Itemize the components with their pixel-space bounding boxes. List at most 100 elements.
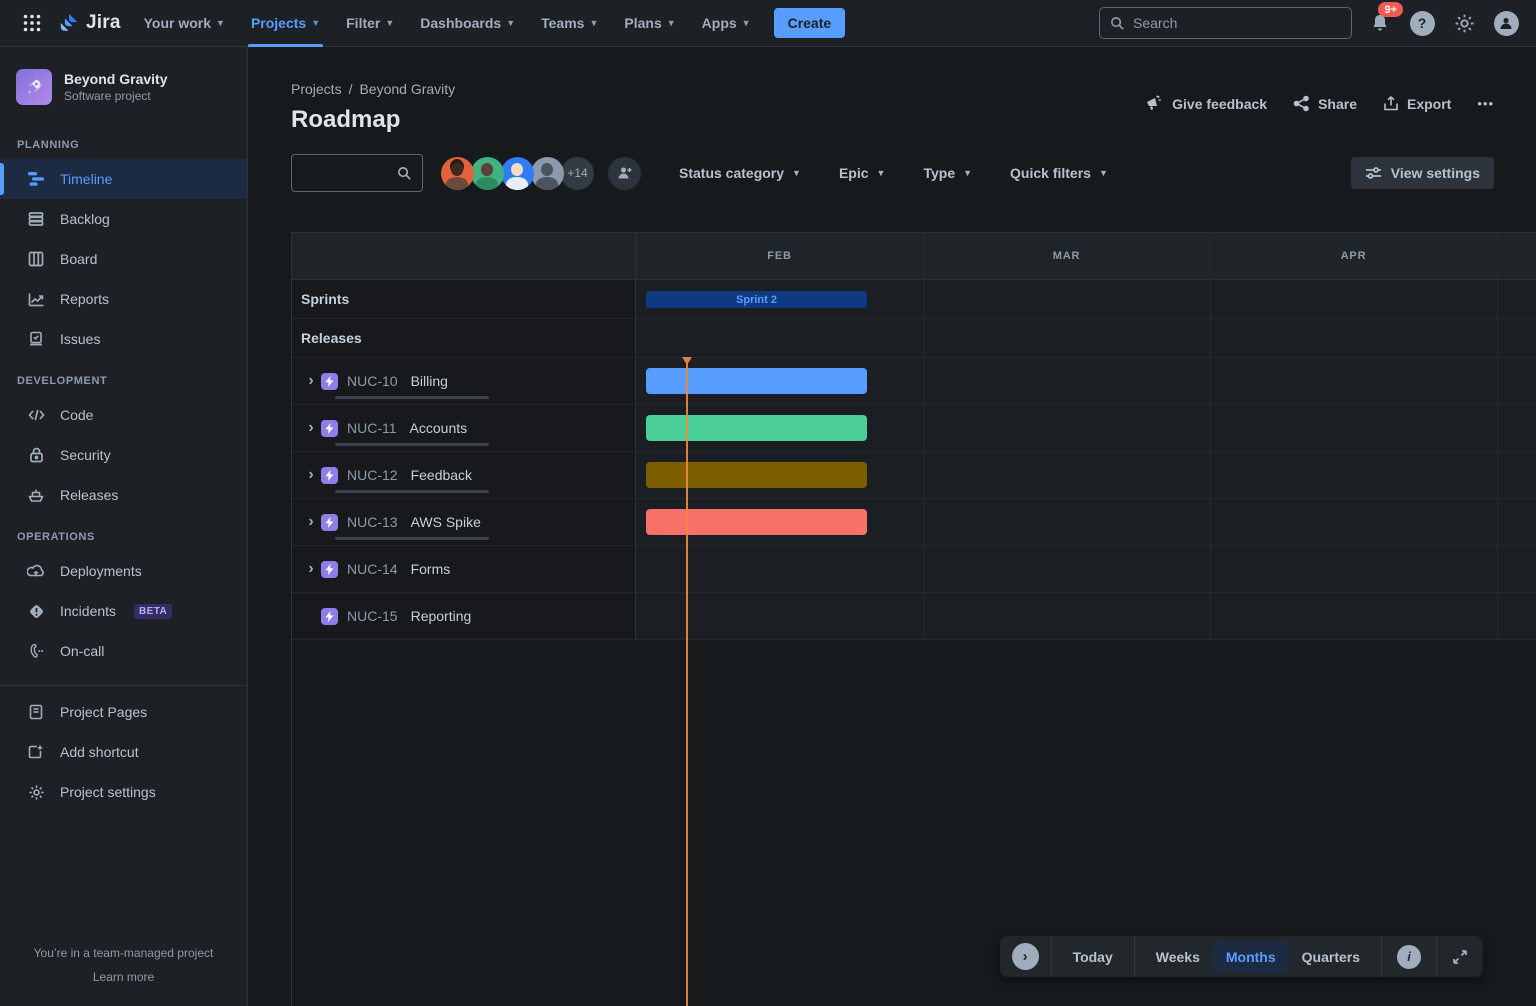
epic-icon bbox=[321, 467, 338, 484]
notification-badge: 9+ bbox=[1378, 2, 1403, 17]
expand-chevron-icon[interactable]: › bbox=[301, 513, 321, 531]
project-header[interactable]: Beyond Gravity Software project bbox=[0, 47, 247, 123]
sidebar-item-backlog[interactable]: Backlog bbox=[0, 199, 247, 239]
sidebar-item-project-settings[interactable]: Project settings bbox=[0, 772, 247, 812]
team-managed-note: You’re in a team-managed project bbox=[10, 946, 237, 960]
list-header-cell bbox=[292, 233, 636, 279]
zoom-weeks-button[interactable]: Weeks bbox=[1143, 941, 1213, 973]
view-settings-button[interactable]: View settings bbox=[1351, 157, 1494, 189]
sidebar-item-reports[interactable]: Reports bbox=[0, 279, 247, 319]
epic-title: AWS Spike bbox=[411, 514, 481, 530]
zoom-quarters-button[interactable]: Quarters bbox=[1289, 941, 1373, 973]
chevron-down-icon: ▼ bbox=[792, 168, 801, 178]
sidebar-item-releases[interactable]: Releases bbox=[0, 475, 247, 515]
epic-title: Reporting bbox=[411, 608, 472, 624]
global-search-input[interactable] bbox=[1133, 15, 1341, 31]
expand-chevron-icon[interactable]: › bbox=[301, 419, 321, 437]
breadcrumb-project-name[interactable]: Beyond Gravity bbox=[359, 81, 455, 97]
filter-quick-filters[interactable]: Quick filters▼ bbox=[1010, 165, 1108, 181]
avatar[interactable] bbox=[471, 157, 504, 190]
help-icon[interactable]: ? bbox=[1408, 9, 1436, 37]
profile-avatar[interactable] bbox=[1492, 9, 1520, 37]
learn-more-link[interactable]: Learn more bbox=[10, 970, 237, 984]
timeline-toolbar: +14 Status category▼ Epic▼ Type▼ Quick f… bbox=[248, 134, 1536, 192]
nav-item-dashboards[interactable]: Dashboards▼ bbox=[407, 0, 528, 47]
beta-badge: BETA bbox=[134, 604, 172, 619]
epic-key: NUC-15 bbox=[347, 608, 398, 624]
create-button[interactable]: Create bbox=[774, 8, 846, 38]
timeline-icon bbox=[26, 171, 46, 187]
breadcrumb-projects[interactable]: Projects bbox=[291, 81, 342, 97]
chevron-down-icon: ▼ bbox=[963, 168, 972, 178]
epic-timeline-bar[interactable] bbox=[646, 509, 867, 535]
chevron-down-icon: ▼ bbox=[589, 18, 598, 28]
cloud-icon bbox=[26, 564, 46, 578]
lock-icon bbox=[26, 447, 46, 463]
epic-title: Forms bbox=[411, 561, 451, 577]
board-search[interactable] bbox=[291, 154, 423, 192]
nav-item-projects[interactable]: Projects▼ bbox=[238, 0, 333, 47]
sprints-row: Sprints Sprint 2 bbox=[292, 280, 1536, 319]
sidebar-item-incidents[interactable]: Incidents BETA bbox=[0, 591, 247, 631]
epic-timeline-bar[interactable] bbox=[646, 368, 867, 394]
sprint-2-bar[interactable]: Sprint 2 bbox=[646, 291, 867, 308]
epic-timeline-bar[interactable] bbox=[646, 415, 867, 441]
sidebar-item-issues[interactable]: Issues bbox=[0, 319, 247, 359]
add-person-button[interactable] bbox=[608, 157, 641, 190]
filter-epic[interactable]: Epic▼ bbox=[839, 165, 886, 181]
epic-title: Feedback bbox=[411, 467, 472, 483]
board-search-input[interactable] bbox=[302, 165, 397, 181]
expand-panel-button[interactable]: › bbox=[1012, 943, 1039, 970]
today-marker bbox=[686, 357, 688, 1006]
sidebar-item-add-shortcut[interactable]: Add shortcut bbox=[0, 732, 247, 772]
epic-progress-bar bbox=[335, 537, 489, 540]
filter-status-category[interactable]: Status category▼ bbox=[679, 165, 801, 181]
sidebar-item-project-pages[interactable]: Project Pages bbox=[0, 692, 247, 732]
today-button[interactable]: Today bbox=[1060, 941, 1126, 973]
give-feedback-button[interactable]: Give feedback bbox=[1145, 95, 1267, 112]
avatar[interactable] bbox=[531, 157, 564, 190]
search-icon bbox=[397, 166, 412, 181]
nav-item-your-work[interactable]: Your work▼ bbox=[131, 0, 238, 47]
epic-row-nuc-14: › NUC-14 Forms bbox=[292, 546, 1536, 593]
export-icon bbox=[1383, 95, 1399, 112]
sidebar-item-security[interactable]: Security bbox=[0, 435, 247, 475]
epic-row-nuc-10: › NUC-10 Billing bbox=[292, 358, 1536, 405]
breadcrumb: Projects / Beyond Gravity bbox=[291, 81, 455, 97]
month-header-feb: FEB bbox=[636, 233, 923, 279]
share-button[interactable]: Share bbox=[1293, 95, 1357, 112]
more-actions-icon[interactable]: ••• bbox=[1477, 96, 1494, 111]
avatar[interactable] bbox=[501, 157, 534, 190]
avatar-overflow-count[interactable]: +14 bbox=[561, 157, 594, 190]
epic-row-nuc-15: › NUC-15 Reporting bbox=[292, 593, 1536, 640]
nav-item-teams[interactable]: Teams▼ bbox=[528, 0, 611, 47]
sidebar-item-code[interactable]: Code bbox=[0, 395, 247, 435]
expand-chevron-icon[interactable]: › bbox=[301, 560, 321, 578]
zoom-months-button[interactable]: Months bbox=[1213, 941, 1289, 973]
sidebar-item-deployments[interactable]: Deployments bbox=[0, 551, 247, 591]
info-icon[interactable]: i bbox=[1390, 945, 1428, 969]
avatar[interactable] bbox=[441, 157, 474, 190]
export-button[interactable]: Export bbox=[1383, 95, 1451, 112]
month-header-mar: MAR bbox=[923, 233, 1210, 279]
nav-item-apps[interactable]: Apps▼ bbox=[689, 0, 764, 47]
sidebar-item-board[interactable]: Board bbox=[0, 239, 247, 279]
chevron-down-icon: ▼ bbox=[1099, 168, 1108, 178]
epic-icon bbox=[321, 608, 338, 625]
fullscreen-icon[interactable] bbox=[1445, 949, 1475, 965]
project-sidebar: Beyond Gravity Software project PLANNING… bbox=[0, 47, 248, 1006]
epic-timeline-bar[interactable] bbox=[646, 462, 867, 488]
settings-gear-icon[interactable] bbox=[1450, 9, 1478, 37]
jira-logo[interactable]: Jira bbox=[54, 12, 131, 34]
notifications-icon[interactable]: 9+ bbox=[1366, 9, 1394, 37]
global-search[interactable] bbox=[1099, 7, 1352, 39]
app-switcher-icon[interactable] bbox=[16, 7, 48, 39]
sidebar-item-timeline[interactable]: Timeline bbox=[0, 159, 247, 199]
nav-item-plans[interactable]: Plans▼ bbox=[611, 0, 688, 47]
sidebar-item-on-call[interactable]: On-call bbox=[0, 631, 247, 671]
share-icon bbox=[1293, 95, 1310, 112]
expand-chevron-icon[interactable]: › bbox=[301, 372, 321, 390]
expand-chevron-icon[interactable]: › bbox=[301, 466, 321, 484]
nav-item-filter[interactable]: Filter▼ bbox=[333, 0, 407, 47]
filter-type[interactable]: Type▼ bbox=[923, 165, 972, 181]
